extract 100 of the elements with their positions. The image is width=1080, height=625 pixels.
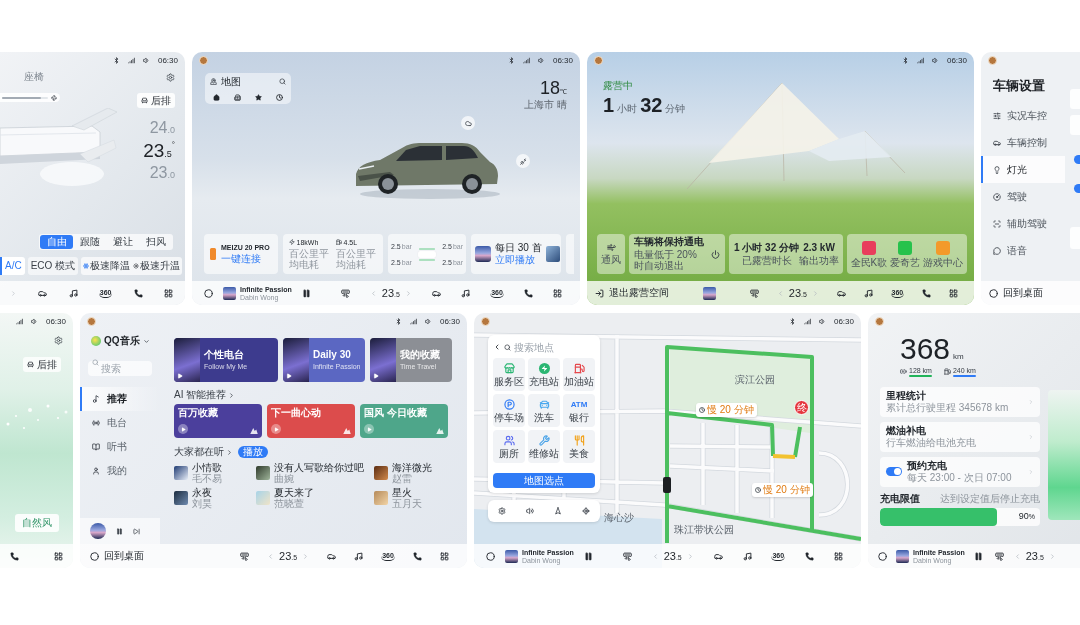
apps-grid-icon[interactable] bbox=[54, 551, 63, 561]
back-icon[interactable] bbox=[493, 343, 501, 351]
back-to-desktop-button[interactable]: 回到桌面 bbox=[90, 551, 144, 561]
category-button[interactable]: 服务区 bbox=[493, 358, 525, 391]
music-icon[interactable] bbox=[461, 288, 471, 298]
exit-camping-button[interactable]: 退出露营空间 bbox=[595, 288, 669, 298]
rear-seat-button[interactable]: 后排 bbox=[137, 93, 175, 108]
music-icon[interactable] bbox=[863, 288, 873, 298]
toggle-switch[interactable] bbox=[886, 467, 902, 476]
toggle-button[interactable]: A/C bbox=[0, 257, 25, 275]
search-field[interactable]: 搜索地点 bbox=[514, 340, 592, 354]
temperature-value[interactable]: 23.5 ° bbox=[143, 141, 175, 160]
locate-icon[interactable] bbox=[582, 507, 590, 515]
category-button[interactable]: 充电站 bbox=[528, 358, 560, 391]
caret-down-icon[interactable] bbox=[142, 337, 150, 345]
phone-icon[interactable] bbox=[523, 288, 533, 298]
category-button[interactable]: 厕所 bbox=[493, 430, 525, 463]
car-icon[interactable] bbox=[38, 288, 48, 298]
rear-seat-button[interactable]: 后排 bbox=[23, 357, 61, 372]
mode-tab[interactable]: 避让 bbox=[106, 235, 139, 249]
menu-item[interactable]: 驾驶 bbox=[981, 183, 1065, 210]
menu-item[interactable]: 实况车控 bbox=[981, 102, 1065, 129]
toggle-button[interactable]: ECO 模式 bbox=[27, 257, 79, 275]
menu-item[interactable]: 语音 bbox=[981, 237, 1065, 264]
pause-icon[interactable] bbox=[583, 551, 593, 561]
category-button[interactable]: 洗车 bbox=[528, 394, 560, 427]
section-link[interactable]: 大家都在听 bbox=[174, 447, 233, 457]
phone-icon[interactable] bbox=[10, 551, 19, 561]
car-icon[interactable] bbox=[327, 551, 337, 561]
play-icon[interactable] bbox=[177, 373, 183, 379]
toggle-switch[interactable] bbox=[1074, 155, 1080, 164]
song-item[interactable]: 永夜 刘昊 bbox=[174, 487, 250, 509]
music-icon[interactable] bbox=[68, 288, 78, 298]
settings-row-card[interactable]: 预约充电 每天 23:00 - 次日 07:00 bbox=[880, 456, 1040, 487]
song-item[interactable]: 星火 五月天 bbox=[374, 487, 450, 509]
category-button[interactable]: 加油站 bbox=[563, 358, 595, 391]
pause-icon[interactable] bbox=[301, 288, 311, 298]
mode-tab[interactable]: 自由 bbox=[40, 235, 73, 249]
natural-wind-button[interactable]: 自然风 bbox=[14, 514, 59, 532]
apps-grid-icon[interactable] bbox=[833, 551, 843, 561]
nav-item[interactable]: 我的 bbox=[80, 459, 160, 483]
phone-icon[interactable] bbox=[805, 551, 815, 561]
apps-grid-icon[interactable] bbox=[163, 288, 173, 298]
toggle-switch[interactable] bbox=[1074, 184, 1080, 193]
air-vent-icon[interactable] bbox=[622, 551, 632, 561]
cloud-button[interactable] bbox=[461, 116, 475, 130]
category-button[interactable]: 停车场 bbox=[493, 394, 525, 427]
car-icon[interactable] bbox=[713, 551, 723, 561]
clock-icon[interactable] bbox=[276, 93, 283, 101]
settings-row-card[interactable]: 燃油补电 行车燃油给电池充电 bbox=[880, 421, 1040, 452]
search-icon[interactable] bbox=[279, 78, 286, 85]
apps-grid-icon[interactable] bbox=[948, 288, 958, 298]
settings-icon[interactable] bbox=[166, 72, 175, 82]
charging-button[interactable] bbox=[516, 154, 530, 168]
avatar-icon[interactable] bbox=[875, 317, 884, 326]
pause-icon[interactable] bbox=[116, 527, 123, 535]
home-icon[interactable] bbox=[213, 93, 220, 101]
nav-item[interactable]: 电台 bbox=[80, 411, 160, 435]
song-item[interactable]: 海洋微光 赵雷 bbox=[374, 462, 450, 484]
pick-on-map-button[interactable]: 地图选点 bbox=[493, 473, 595, 488]
mini-player[interactable] bbox=[80, 518, 160, 544]
phone-icon[interactable] bbox=[412, 551, 422, 561]
apps-grid-icon[interactable] bbox=[439, 551, 449, 561]
connect-link[interactable]: 一键连接 bbox=[221, 254, 270, 264]
skip-forward-icon[interactable] bbox=[133, 527, 140, 535]
home-circle-icon[interactable] bbox=[486, 551, 495, 561]
play-icon[interactable] bbox=[271, 424, 281, 434]
air-vent-icon[interactable] bbox=[240, 551, 249, 561]
app-launcher[interactable]: 游戏中心 bbox=[923, 240, 964, 268]
power-icon[interactable] bbox=[711, 249, 720, 259]
volume-icon[interactable] bbox=[526, 507, 534, 515]
mode-tab[interactable]: 扫风 bbox=[139, 235, 172, 249]
song-item[interactable]: 夏天来了 范晓萱 bbox=[256, 487, 368, 509]
map-widget[interactable]: 地图 bbox=[205, 73, 291, 104]
play-icon[interactable] bbox=[373, 373, 379, 379]
play-now-link[interactable]: 立即播放 bbox=[495, 255, 542, 265]
avatar-icon[interactable] bbox=[199, 56, 208, 65]
section-link[interactable]: AI 智能推荐 bbox=[174, 390, 236, 400]
music-icon[interactable] bbox=[354, 551, 364, 561]
settings-row-card[interactable]: 里程统计 累计总行驶里程 345678 km bbox=[880, 386, 1040, 417]
avatar-icon[interactable] bbox=[594, 56, 603, 65]
search-field[interactable]: 搜索 bbox=[88, 361, 152, 376]
star-icon[interactable] bbox=[255, 93, 262, 101]
avatar-icon[interactable] bbox=[988, 56, 997, 65]
settings-icon[interactable] bbox=[498, 507, 506, 515]
play-icon[interactable] bbox=[178, 424, 188, 434]
car-icon[interactable] bbox=[432, 288, 441, 298]
play-badge[interactable]: 播放 bbox=[238, 446, 268, 458]
menu-item[interactable]: 辅助驾驶 bbox=[981, 210, 1065, 237]
phone-icon[interactable] bbox=[133, 288, 143, 298]
quick-action-button[interactable]: 极速降温 bbox=[83, 261, 131, 271]
back-to-desktop-button[interactable]: 回到桌面 bbox=[989, 288, 1043, 298]
ai-playlist-card[interactable]: 百万收藏 bbox=[174, 404, 262, 438]
air-vent-icon[interactable] bbox=[340, 288, 350, 298]
home-circle-icon[interactable] bbox=[204, 288, 213, 298]
home-circle-icon[interactable] bbox=[878, 551, 887, 561]
app-launcher[interactable]: 全民K歌 bbox=[850, 240, 888, 268]
song-item[interactable]: 没有人写歌给你过吧 曲婉 bbox=[256, 462, 368, 484]
settings-icon[interactable] bbox=[54, 336, 63, 345]
avatar-icon[interactable] bbox=[87, 317, 96, 326]
